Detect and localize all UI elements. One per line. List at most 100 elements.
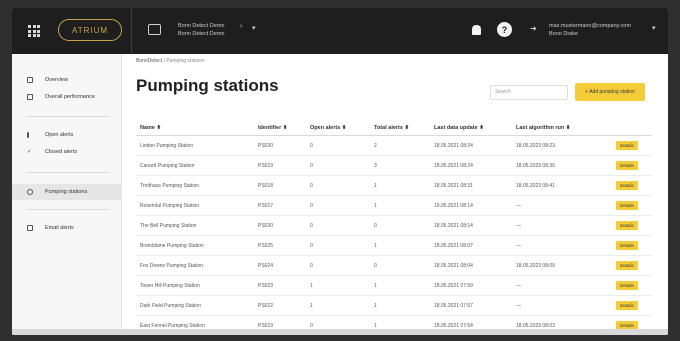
last-algorithm-run: — [516,222,521,229]
open-alerts-count: 0 [310,222,313,229]
station-identifier: PS023 [258,282,274,289]
checkmark-icon: ✓ [27,149,32,155]
station-identifier: PS019 [258,162,274,169]
app-logo[interactable]: ATRIUM [58,19,122,41]
last-data-update: 18.05.2021 07:57 [434,302,473,309]
last-algorithm-run: — [516,302,521,309]
user-email: max.mustermann@company.com [549,23,631,29]
top-bar: ATRIUM Bonn Detect Demo Bonn Detect Demo… [12,8,668,54]
user-arrow-icon: ➜ [530,24,537,33]
horizontal-scrollbar[interactable] [12,329,668,335]
sidebar-item-pumping-stations[interactable]: Pumping stations [12,184,122,200]
app-window: ATRIUM Bonn Detect Demo Bonn Detect Demo… [12,8,668,335]
details-button[interactable]: Details [616,261,638,270]
table-header: Name ⬍ Identifier ⬍ Open alerts ⬍ Total … [136,120,652,136]
last-algorithm-run: 18.05.2023 08:09 [516,262,555,269]
breadcrumb-separator: / [163,58,165,64]
details-button[interactable]: Details [616,141,638,150]
details-button[interactable]: Details [616,201,638,210]
table-row[interactable]: Rosendal Pumping Station PS017 0 1 19.05… [136,196,652,216]
project-line-1: Bonn Detect Demo [178,23,225,29]
station-name: Tower Hill Pumping Station [140,282,200,289]
column-header-identifier[interactable]: Identifier ⬍ [258,120,287,135]
last-data-update: 18.05.2021 07:59 [434,282,473,289]
sidebar-item-label: Open alerts [45,132,74,138]
sidebar-divider [26,209,110,210]
station-identifier: PS020 [258,222,274,229]
apps-grid-icon[interactable] [28,25,40,37]
sidebar-item-label: Overall performance [45,94,95,100]
breadcrumb-root[interactable]: BonnDetect [136,58,162,64]
table-row[interactable]: Tower Hill Pumping Station PS023 1 1 18.… [136,276,652,296]
total-alerts-count: 1 [374,282,377,289]
column-header-open-alerts[interactable]: Open alerts ⬍ [310,120,346,135]
pump-icon [27,189,33,195]
details-button[interactable]: Details [616,181,638,190]
station-identifier: PS020 [258,142,274,149]
last-data-update: 18.05.2021 08:07 [434,242,473,249]
user-chevron-down-icon[interactable]: ▾ [652,24,656,32]
station-name: Linden Pumping Station [140,142,194,149]
station-identifier: PS024 [258,262,274,269]
column-header-last-data-update[interactable]: Last data update ⬍ [434,120,484,135]
details-button[interactable]: Details [616,301,638,310]
last-data-update: 18.05.2021 08:04 [434,262,473,269]
column-header-last-algorithm-run[interactable]: Last algorithm run ⬍ [516,120,570,135]
sidebar-item-label: Pumping stations [45,189,88,195]
last-data-update: 18.05.2021 08:24 [434,142,473,149]
pumping-stations-table: Name ⬍ Identifier ⬍ Open alerts ⬍ Total … [136,120,652,335]
table-row[interactable]: Linden Pumping Station PS020 0 2 18.05.2… [136,136,652,156]
help-icon[interactable]: ? [497,22,512,37]
sidebar-item-label: Closed alerts [45,149,78,155]
open-alerts-count: 0 [310,262,313,269]
chevron-right-icon: › [240,23,243,30]
total-alerts-count: 3 [374,162,377,169]
details-button[interactable]: Details [616,221,638,230]
table-row[interactable]: Dark Field Pumping Station PS022 1 1 18.… [136,296,652,316]
last-algorithm-run: — [516,282,521,289]
topbar-divider [131,8,132,54]
table-row[interactable]: Canard Pumping Station PS019 0 3 18.05.2… [136,156,652,176]
sidebar-item-closed-alerts[interactable]: ✓ Closed alerts [12,144,122,160]
station-identifier: PS017 [258,202,274,209]
open-alerts-count: 0 [310,142,313,149]
table-row[interactable]: Fox Downs Pumping Station PS024 0 0 18.0… [136,256,652,276]
total-alerts-count: 1 [374,182,377,189]
details-button[interactable]: Details [616,281,638,290]
column-header-total-alerts[interactable]: Total alerts ⬍ [374,120,409,135]
details-button[interactable]: Details [616,241,638,250]
station-name: Rosendal Pumping Station [140,202,200,209]
sidebar-divider [26,172,110,173]
sidebar-divider [26,116,110,117]
station-name: Canard Pumping Station [140,162,195,169]
project-line-2: Bonn Detect Demo [178,31,225,37]
sidebar-item-overview[interactable]: Overview [12,72,122,88]
chevron-down-icon[interactable]: ▾ [252,24,256,32]
sidebar-item-open-alerts[interactable]: Open alerts [12,127,122,143]
last-algorithm-run: — [516,242,521,249]
table-row[interactable]: The Bell Pumping Station PS020 0 0 18.05… [136,216,652,236]
station-identifier: PS025 [258,242,274,249]
table-row[interactable]: Trotthaus Pumping Station PS018 0 1 18.0… [136,176,652,196]
search-input[interactable]: Search [490,85,568,100]
last-data-update: 18.05.2021 08:14 [434,222,473,229]
last-data-update: 18.05.2021 08:24 [434,162,473,169]
project-selector[interactable]: Bonn Detect Demo Bonn Detect Demo [178,22,224,38]
sidebar-item-email-alerts[interactable]: Email alerts [12,220,122,236]
last-algorithm-run: 18.05.2023 08:41 [516,182,555,189]
user-menu[interactable]: max.mustermann@company.com Bono Drake [549,22,631,38]
alert-icon [27,132,29,138]
email-icon [27,225,33,231]
notifications-bell-icon[interactable] [472,25,481,35]
table-row[interactable]: Bramblame Pumping Station PS025 0 1 18.0… [136,236,652,256]
total-alerts-count: 1 [374,242,377,249]
open-alerts-count: 0 [310,182,313,189]
sidebar-item-overall-performance[interactable]: Overall performance [12,89,122,105]
column-header-name[interactable]: Name ⬍ [140,120,161,135]
last-algorithm-run: 18.05.2023 08:23 [516,142,555,149]
add-pumping-station-button[interactable]: + Add pumping station [575,83,645,101]
details-button[interactable]: Details [616,161,638,170]
sidebar: Overview Overall performance Open alerts… [12,54,122,335]
total-alerts-count: 0 [374,222,377,229]
open-alerts-count: 0 [310,162,313,169]
